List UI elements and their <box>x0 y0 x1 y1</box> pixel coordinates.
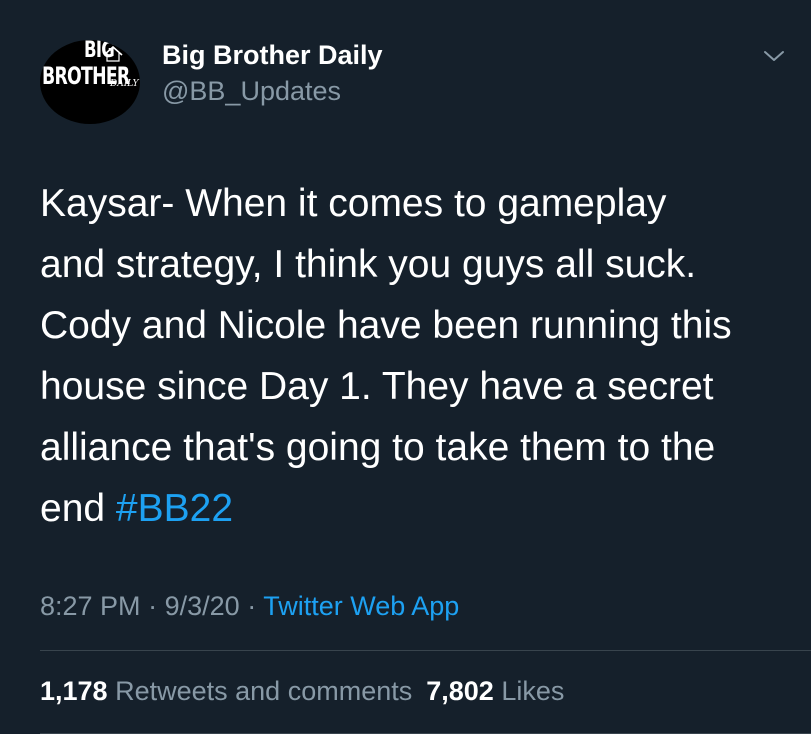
author-handle[interactable]: @BB_Updates <box>162 76 341 106</box>
likes-label: Likes <box>501 676 565 706</box>
tweet-text-line: and strategy, I think you guys all suck. <box>40 243 697 286</box>
tweet-meta: 8:27 PM · 9/3/20 · Twitter Web App <box>40 590 459 622</box>
tweet-text-line: house since Day 1. They have a secret <box>40 365 714 408</box>
retweets-count: 1,178 <box>40 676 108 706</box>
tweet-text-line: Cody and Nicole have been running this <box>40 304 732 347</box>
tweet-date[interactable]: 9/3/20 <box>165 591 240 621</box>
likes-stat[interactable]: 7,802 Likes <box>426 676 564 706</box>
author-name[interactable]: Big Brother Daily <box>162 40 383 70</box>
retweets-label: Retweets and comments <box>115 676 413 706</box>
tweet-time[interactable]: 8:27 PM <box>40 591 141 621</box>
retweets-stat[interactable]: 1,178 Retweets and comments <box>40 676 412 706</box>
tweet-text-line: Kaysar- When it comes to gameplay <box>40 182 667 225</box>
avatar[interactable]: BIG BROTHER DAILY <box>40 40 140 124</box>
tweet-source-link[interactable]: Twitter Web App <box>263 591 459 621</box>
chevron-down-icon[interactable] <box>762 46 786 66</box>
meta-separator: · <box>247 591 257 621</box>
avatar-logo-tag: DAILY <box>110 79 139 89</box>
tweet-text: Kaysar- When it comes to gameplay and st… <box>40 173 800 539</box>
divider <box>40 650 811 651</box>
tweet-stats: 1,178 Retweets and comments 7,802 Likes <box>40 675 564 707</box>
tweet-text-last-line: end #BB22 <box>40 478 800 539</box>
tweet-text-line: alliance that's going to take them to th… <box>40 426 716 469</box>
meta-separator: · <box>148 591 158 621</box>
hashtag-link[interactable]: #BB22 <box>116 487 233 530</box>
tweet-text-end: end <box>40 487 106 530</box>
likes-count: 7,802 <box>426 676 494 706</box>
house-icon <box>103 46 123 62</box>
